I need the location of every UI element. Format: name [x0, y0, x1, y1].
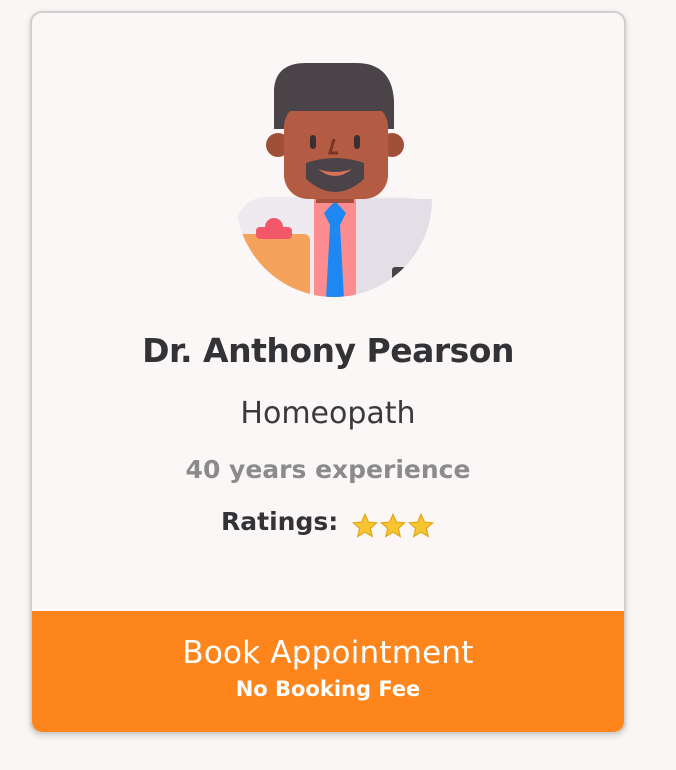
doctor-avatar-icon: [236, 63, 432, 297]
ratings-row: Ratings:: [32, 507, 624, 540]
doctor-experience: 40 years experience: [185, 455, 471, 484]
star-icon: [379, 512, 407, 538]
doctor-name: Dr. Anthony Pearson: [142, 331, 514, 370]
star-icon: [407, 512, 435, 538]
rating-stars: [351, 510, 435, 540]
book-appointment-label: Book Appointment: [182, 635, 474, 671]
booking-fee-note: No Booking Fee: [235, 677, 421, 701]
doctor-specialty: Homeopath: [240, 396, 416, 431]
star-icon: [351, 512, 379, 538]
ratings-label: Ratings:: [221, 507, 339, 536]
doctor-card: Dr. Anthony Pearson Homeopath 40 years e…: [30, 11, 626, 734]
book-appointment-button[interactable]: Book Appointment No Booking Fee: [32, 611, 624, 732]
